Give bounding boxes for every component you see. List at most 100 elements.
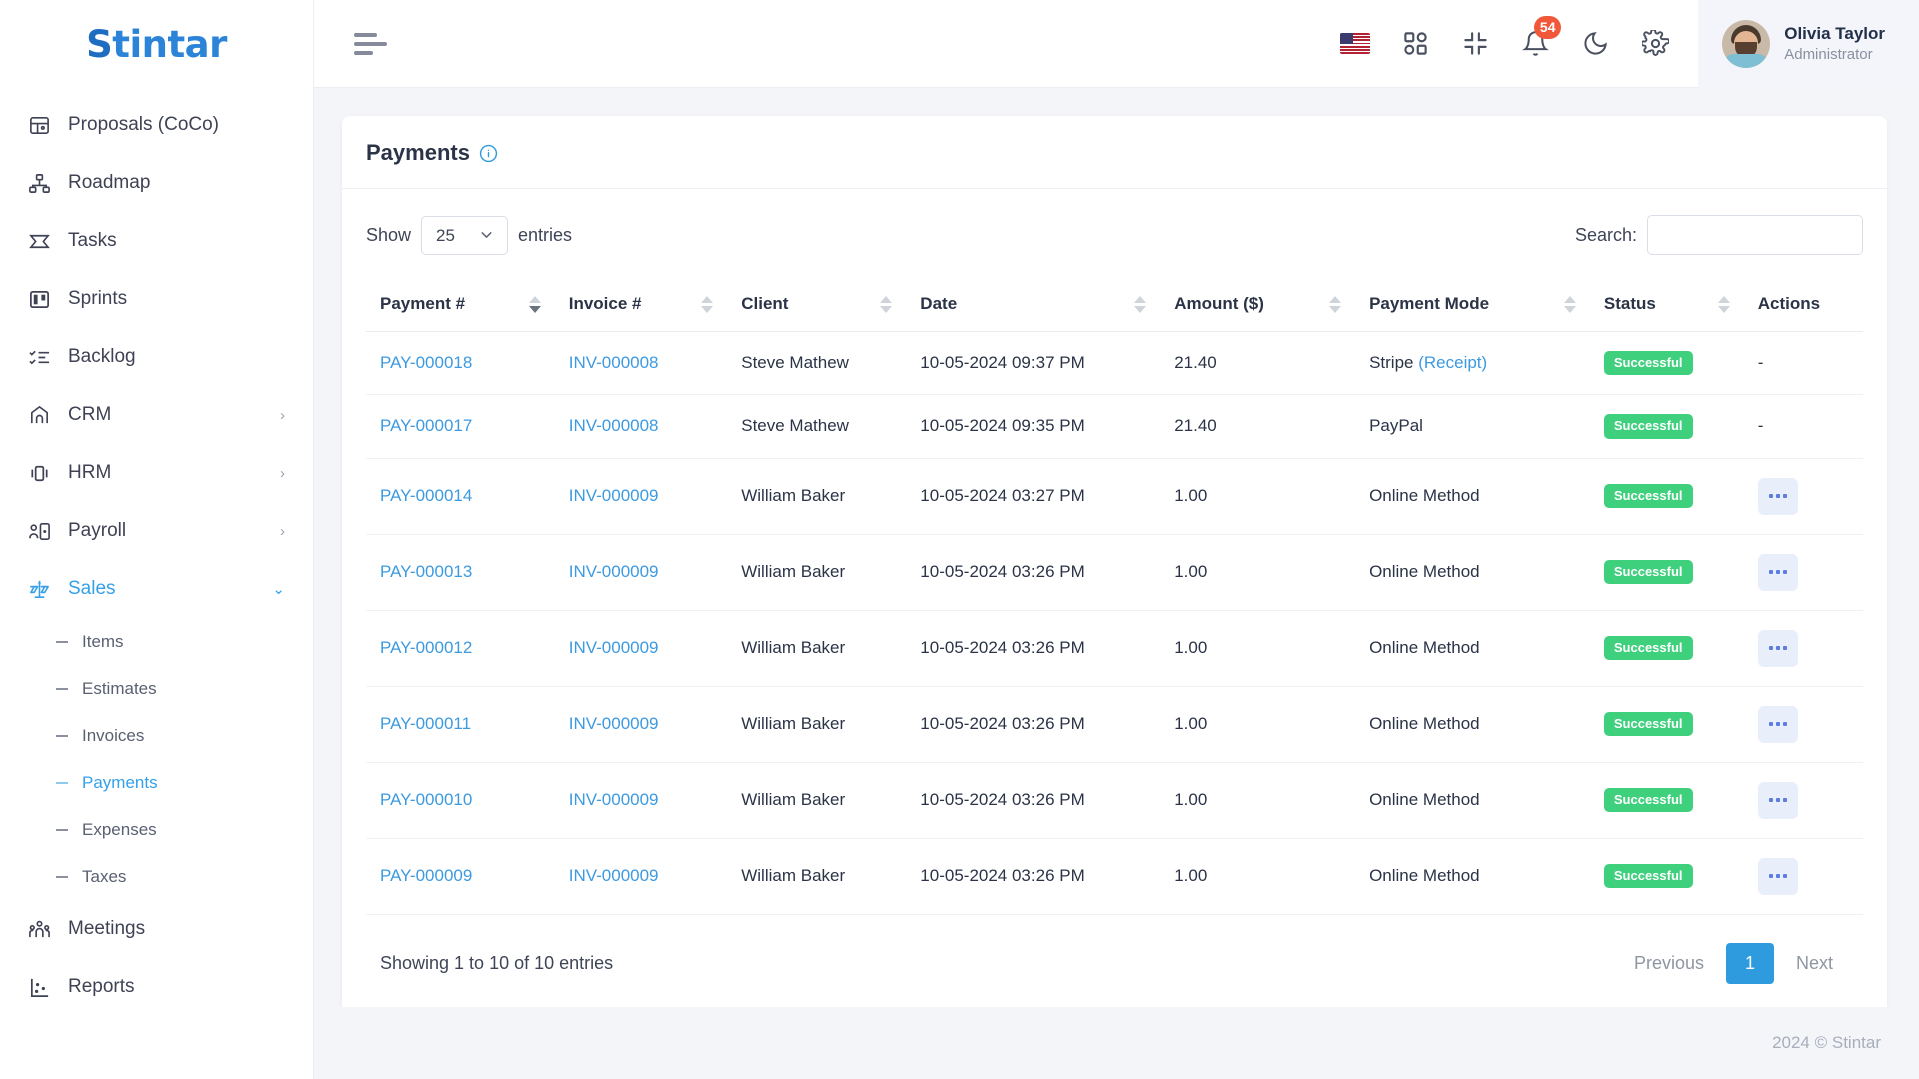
cell-invoice-number: INV-000009 (554, 458, 728, 535)
entries-label: entries (518, 224, 573, 245)
sidebar-item-expenses[interactable]: Expenses (0, 806, 313, 853)
sprints-icon (26, 286, 52, 312)
sidebar-item-payroll[interactable]: Payroll › (0, 502, 313, 560)
invoice-number-link[interactable]: INV-000009 (569, 790, 659, 809)
invoice-number-link[interactable]: INV-000009 (569, 562, 659, 581)
sidebar-item-sales[interactable]: Sales ⌄ (0, 560, 313, 618)
sidebar-item-items[interactable]: Items (0, 618, 313, 665)
cell-payment-mode: Online Method (1355, 686, 1590, 763)
search-label: Search: (1574, 224, 1637, 245)
receipt-link[interactable]: (Receipt) (1418, 353, 1487, 372)
pagination-page-1-button[interactable]: 1 (1725, 942, 1774, 984)
settings-button[interactable] (1638, 27, 1672, 61)
sidebar-item-label: Sales (68, 578, 116, 599)
payment-date: 10-05-2024 03:26 PM (920, 790, 1085, 810)
no-actions-placeholder: - (1757, 416, 1764, 436)
row-actions-menu-button[interactable] (1757, 857, 1798, 895)
column-header-payment[interactable]: Payment # (366, 281, 555, 332)
column-header-invoice[interactable]: Invoice # (554, 281, 728, 332)
payment-date: 10-05-2024 03:27 PM (920, 486, 1085, 506)
payment-number-link[interactable]: PAY-000011 (380, 714, 471, 733)
card-header: Payments (342, 116, 1887, 189)
sidebar-item-payments[interactable]: Payments (0, 759, 313, 806)
column-header-client[interactable]: Client (727, 281, 907, 332)
row-actions-menu-button[interactable] (1757, 477, 1798, 515)
payments-table: Payment # Invoice # Client Date Amount (… (366, 281, 1863, 915)
sidebar-item-meetings[interactable]: Meetings (0, 900, 313, 958)
table-head: Payment # Invoice # Client Date Amount (… (366, 281, 1863, 332)
payment-number-link[interactable]: PAY-000012 (380, 638, 472, 657)
invoice-number-link[interactable]: INV-000009 (569, 866, 659, 885)
sidebar-item-invoices[interactable]: Invoices (0, 712, 313, 759)
search-control: Search: (1575, 215, 1863, 255)
user-profile-menu[interactable]: Olivia Taylor Administrator (1698, 0, 1919, 88)
invoice-number-link[interactable]: INV-000009 (569, 714, 659, 733)
cell-payment-mode: PayPal (1355, 394, 1590, 459)
status-badge: Successful (1603, 863, 1693, 889)
invoice-number-link[interactable]: INV-000009 (569, 486, 659, 505)
sidebar-item-crm[interactable]: CRM › (0, 386, 313, 444)
info-circle-icon[interactable] (479, 144, 498, 163)
sidebar-item-backlog[interactable]: Backlog (0, 328, 313, 386)
row-actions-menu-button[interactable] (1757, 705, 1798, 743)
row-actions-menu-button[interactable] (1757, 629, 1798, 667)
row-actions-menu-button[interactable] (1757, 781, 1798, 819)
invoice-number-link[interactable]: INV-000008 (569, 353, 659, 372)
payment-date: 10-05-2024 03:26 PM (920, 562, 1085, 582)
header-actions: 54 (1338, 15, 1698, 61)
sidebar-item-roadmap[interactable]: Roadmap (0, 154, 313, 212)
page-title: Payments (366, 140, 470, 165)
payment-number-link[interactable]: PAY-000018 (380, 353, 472, 372)
search-input[interactable] (1647, 215, 1863, 255)
table-row: PAY-000012 INV-000009 William Baker 10-05-2… (366, 610, 1863, 687)
language-selector[interactable] (1338, 27, 1372, 61)
sidebar-item-tasks[interactable]: Tasks (0, 212, 313, 270)
sidebar-subitem-label: Estimates (82, 678, 157, 698)
cell-actions (1743, 610, 1863, 687)
invoice-number-link[interactable]: INV-000008 (569, 416, 659, 435)
payment-number-link[interactable]: PAY-000014 (380, 486, 472, 505)
sidebar-item-hrm[interactable]: HRM › (0, 444, 313, 502)
status-badge: Successful (1603, 414, 1693, 439)
dark-mode-toggle-button[interactable] (1578, 27, 1612, 61)
sidebar-item-label: Reports (68, 976, 135, 997)
payment-mode: Online Method (1369, 866, 1480, 886)
column-header-payment-mode[interactable]: Payment Mode (1355, 281, 1590, 332)
apps-grid-button[interactable] (1398, 27, 1432, 61)
brand-logo[interactable]: Stintar (0, 0, 313, 88)
column-header-date[interactable]: Date (906, 281, 1161, 332)
column-label: Payment Mode (1369, 294, 1490, 313)
row-actions-menu-button[interactable] (1757, 553, 1798, 591)
notifications-button[interactable]: 54 (1518, 15, 1562, 61)
payment-number-link[interactable]: PAY-000013 (380, 562, 472, 581)
payment-amount: 1.00 (1174, 486, 1208, 506)
sidebar-item-sprints[interactable]: Sprints (0, 270, 313, 328)
pagination-next-button[interactable]: Next (1780, 944, 1849, 983)
cell-payment-mode: Online Method (1355, 838, 1590, 915)
cell-date: 10-05-2024 03:26 PM (906, 762, 1161, 839)
page-size-select[interactable]: 10 25 50 100 (421, 215, 509, 255)
fullscreen-toggle-button[interactable] (1458, 27, 1492, 61)
sort-icon (511, 295, 541, 313)
pagination-previous-button[interactable]: Previous (1618, 944, 1720, 983)
sidebar-item-taxes[interactable]: Taxes (0, 853, 313, 900)
sort-icon (1546, 295, 1576, 313)
table-row: PAY-000018 INV-000008 Steve Mathew 10-05-20… (366, 331, 1863, 396)
payment-amount: 21.40 (1174, 353, 1217, 373)
invoice-number-link[interactable]: INV-000009 (569, 638, 659, 657)
sidebar-item-estimates[interactable]: Estimates (0, 665, 313, 712)
column-header-amount[interactable]: Amount ($) (1160, 281, 1356, 332)
bullet-dash-icon (56, 828, 68, 831)
payments-card: Payments Show 10 25 50 100 (342, 116, 1887, 1007)
sidebar-item-reports[interactable]: Reports (0, 958, 313, 1016)
cell-amount: 1.00 (1160, 762, 1356, 839)
payment-number-link[interactable]: PAY-000017 (380, 416, 472, 435)
payment-number-link[interactable]: PAY-000009 (380, 866, 472, 885)
column-header-status[interactable]: Status (1589, 281, 1744, 332)
sidebar-item-proposals[interactable]: Proposals (CoCo) (0, 96, 313, 154)
backlog-icon (26, 344, 52, 370)
meetings-icon (26, 916, 52, 942)
hamburger-icon[interactable] (354, 32, 388, 55)
cell-status: Successful (1589, 686, 1744, 763)
payment-number-link[interactable]: PAY-000010 (380, 790, 472, 809)
